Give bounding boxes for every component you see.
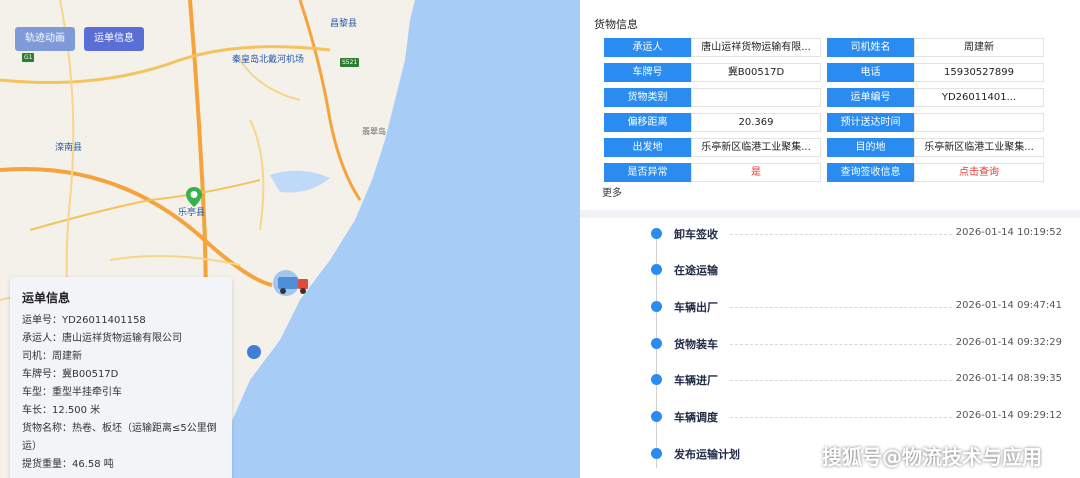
timeline-dash [730, 344, 952, 345]
info-vehicle-type: 车型：重型半挂牵引车 [22, 387, 122, 398]
timeline-item: 车辆进厂 2026-01-14 08:39:35 [580, 369, 1080, 391]
info-goods: 货物名称：热卷、板坯（运输距离≤5公里倒运） [22, 423, 217, 452]
transport-timeline: 卸车签收 2026-01-14 10:19:52 在途运输 车辆出厂 2026-… [580, 218, 1080, 478]
timeline-step-name: 车辆调度 [674, 411, 718, 424]
timeline-step-name: 在途运输 [674, 264, 718, 277]
timeline-dot [651, 448, 662, 459]
timeline-dash [730, 234, 952, 235]
section-divider [580, 210, 1080, 218]
info-waybill-no: 运单号：YD26011401158 [22, 315, 146, 326]
value-goods-category [691, 88, 821, 107]
watermark: 搜狐号@物流技术与应用 [822, 445, 1042, 469]
info-length: 车长：12.500 米 [22, 405, 101, 416]
info-panel-title: 运单信息 [22, 291, 71, 305]
timeline-dot [651, 411, 662, 422]
timeline-step-time: 2026-01-14 10:19:52 [955, 227, 1062, 238]
info-carrier: 承运人：唐山运祥货物运输有限公司 [22, 333, 182, 344]
timeline-step-name: 发布运输计划 [674, 448, 740, 461]
timeline-dot [651, 264, 662, 275]
timeline-step-time: 2026-01-14 09:32:29 [955, 337, 1062, 348]
map-view[interactable]: 秦皇岛北戴河机场 昌黎县 滦南县 乐亭县 翡翠岛 G1 S521 轨迹动画 运单… [0, 0, 580, 478]
label-eta: 预计送达时间 [827, 113, 914, 132]
town-label-luannan: 滦南县 [55, 143, 83, 153]
timeline-dot [651, 228, 662, 239]
label-phone: 电话 [827, 63, 914, 82]
value-waybill-no: YD26011401... [914, 88, 1044, 107]
timeline-item: 车辆出厂 2026-01-14 09:47:41 [580, 296, 1080, 318]
info-weight: 提货重量：46.58 吨 [22, 459, 114, 470]
timeline-dot [651, 374, 662, 385]
value-carrier: 唐山运祥货物运输有限... [691, 38, 821, 57]
info-plate: 车牌号：冀B00517D [22, 369, 119, 380]
timeline-item: 卸车签收 2026-01-14 10:19:52 [580, 223, 1080, 245]
truck-icon[interactable] [270, 268, 312, 298]
value-abnormal: 是 [691, 163, 821, 182]
timeline-step-name: 卸车签收 [674, 228, 718, 241]
label-driver-name: 司机姓名 [827, 38, 914, 57]
timeline-dash [730, 417, 952, 418]
timeline-step-name: 车辆进厂 [674, 374, 718, 387]
value-offset-distance: 20.369 [691, 113, 821, 132]
cargo-info-title: 货物信息 [594, 18, 638, 31]
info-driver: 司机：周建新 [22, 351, 82, 362]
query-receipt-link[interactable]: 点击查询 [914, 163, 1044, 182]
cargo-info-section: 货物信息 承运人 唐山运祥货物运输有限... 司机姓名 周建新 车牌号 冀B00… [580, 0, 1080, 210]
timeline-step-time: 2026-01-14 08:39:35 [955, 373, 1062, 384]
timeline-step-time: 2026-01-14 09:29:12 [955, 410, 1062, 421]
origin-pin-icon[interactable] [186, 187, 202, 207]
waybill-info-panel: 运单信息 运单号：YD26011401158 承运人：唐山运祥货物运输有限公司 … [10, 277, 232, 478]
track-animation-button[interactable]: 轨迹动画 [15, 27, 75, 51]
road-shield-g1: G1 [22, 53, 35, 62]
label-query-receipt: 查询签收信息 [827, 163, 914, 182]
label-plate: 车牌号 [604, 63, 691, 82]
label-offset-distance: 偏移距离 [604, 113, 691, 132]
value-destination: 乐亭新区临港工业聚集... [914, 138, 1044, 157]
timeline-dash [730, 307, 952, 308]
label-destination: 目的地 [827, 138, 914, 157]
port-anchor-icon [247, 345, 261, 359]
timeline-dash [730, 380, 952, 381]
timeline-step-name: 货物装车 [674, 338, 718, 351]
label-carrier: 承运人 [604, 38, 691, 57]
value-driver-name: 周建新 [914, 38, 1044, 57]
label-origin: 出发地 [604, 138, 691, 157]
airport-label: 秦皇岛北戴河机场 [232, 55, 305, 65]
timeline-item: 货物装车 2026-01-14 09:32:29 [580, 333, 1080, 355]
timeline-step-time: 2026-01-14 09:47:41 [955, 300, 1062, 311]
value-origin: 乐亭新区临港工业聚集... [691, 138, 821, 157]
timeline-dot [651, 338, 662, 349]
value-phone: 15930527899 [914, 63, 1044, 82]
waybill-info-button[interactable]: 运单信息 [84, 27, 144, 51]
more-link[interactable]: 更多 [602, 184, 622, 199]
timeline-item: 在途运输 [580, 259, 1080, 281]
label-goods-category: 货物类别 [604, 88, 691, 107]
timeline-step-name: 车辆出厂 [674, 301, 718, 314]
label-waybill-no: 运单编号 [827, 88, 914, 107]
road-shield-s521: S521 [340, 58, 360, 67]
town-label-feicuidao: 翡翠岛 [362, 127, 386, 136]
value-plate: 冀B00517D [691, 63, 821, 82]
value-eta [914, 113, 1044, 132]
timeline-dot [651, 301, 662, 312]
town-label-changli: 昌黎县 [330, 19, 358, 29]
timeline-item: 车辆调度 2026-01-14 09:29:12 [580, 406, 1080, 428]
label-abnormal: 是否异常 [604, 163, 691, 182]
